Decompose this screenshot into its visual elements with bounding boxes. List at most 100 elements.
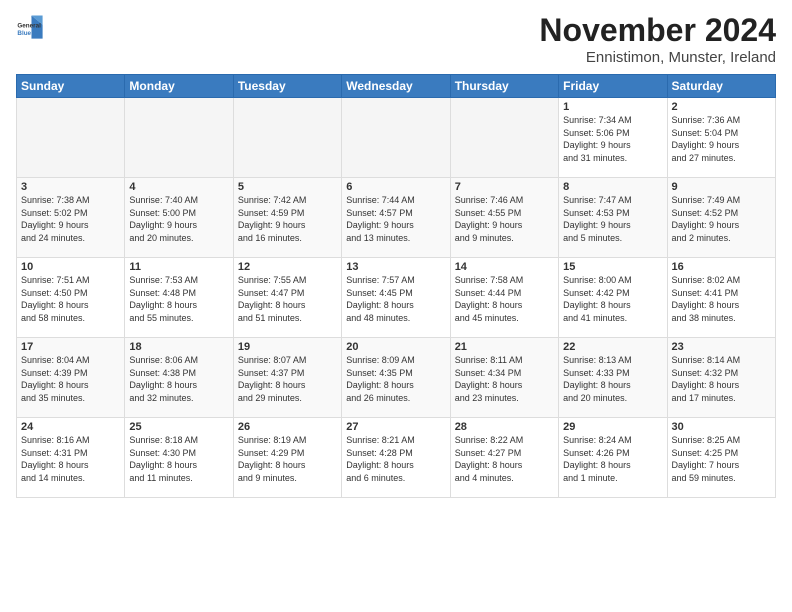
day-number: 14 <box>455 261 554 273</box>
header-sunday: Sunday <box>17 75 125 98</box>
day-number: 7 <box>455 181 554 193</box>
day-number: 25 <box>129 421 228 433</box>
day-info: Sunrise: 7:34 AM Sunset: 5:06 PM Dayligh… <box>563 114 662 164</box>
day-number: 16 <box>672 261 771 273</box>
cell-w0-d5: 1Sunrise: 7:34 AM Sunset: 5:06 PM Daylig… <box>559 98 667 178</box>
cell-w4-d5: 29Sunrise: 8:24 AM Sunset: 4:26 PM Dayli… <box>559 418 667 498</box>
day-number: 19 <box>238 341 337 353</box>
day-number: 24 <box>21 421 120 433</box>
day-info: Sunrise: 7:51 AM Sunset: 4:50 PM Dayligh… <box>21 274 120 324</box>
cell-w0-d6: 2Sunrise: 7:36 AM Sunset: 5:04 PM Daylig… <box>667 98 775 178</box>
day-number: 10 <box>21 261 120 273</box>
day-info: Sunrise: 7:57 AM Sunset: 4:45 PM Dayligh… <box>346 274 445 324</box>
cell-w1-d3: 6Sunrise: 7:44 AM Sunset: 4:57 PM Daylig… <box>342 178 450 258</box>
day-info: Sunrise: 7:49 AM Sunset: 4:52 PM Dayligh… <box>672 194 771 244</box>
subtitle: Ennistimon, Munster, Ireland <box>539 49 776 66</box>
day-number: 5 <box>238 181 337 193</box>
cell-w4-d3: 27Sunrise: 8:21 AM Sunset: 4:28 PM Dayli… <box>342 418 450 498</box>
header-wednesday: Wednesday <box>342 75 450 98</box>
cell-w0-d0 <box>17 98 125 178</box>
cell-w1-d6: 9Sunrise: 7:49 AM Sunset: 4:52 PM Daylig… <box>667 178 775 258</box>
header-saturday: Saturday <box>667 75 775 98</box>
svg-text:General: General <box>17 22 41 29</box>
cell-w3-d1: 18Sunrise: 8:06 AM Sunset: 4:38 PM Dayli… <box>125 338 233 418</box>
day-info: Sunrise: 8:00 AM Sunset: 4:42 PM Dayligh… <box>563 274 662 324</box>
svg-text:Blue: Blue <box>17 30 31 37</box>
title-block: November 2024 Ennistimon, Munster, Irela… <box>539 12 776 66</box>
day-number: 29 <box>563 421 662 433</box>
cell-w3-d3: 20Sunrise: 8:09 AM Sunset: 4:35 PM Dayli… <box>342 338 450 418</box>
header-monday: Monday <box>125 75 233 98</box>
week-row-0: 1Sunrise: 7:34 AM Sunset: 5:06 PM Daylig… <box>17 98 776 178</box>
day-info: Sunrise: 7:46 AM Sunset: 4:55 PM Dayligh… <box>455 194 554 244</box>
day-number: 15 <box>563 261 662 273</box>
cell-w3-d6: 23Sunrise: 8:14 AM Sunset: 4:32 PM Dayli… <box>667 338 775 418</box>
day-number: 23 <box>672 341 771 353</box>
day-info: Sunrise: 7:55 AM Sunset: 4:47 PM Dayligh… <box>238 274 337 324</box>
header-friday: Friday <box>559 75 667 98</box>
cell-w4-d2: 26Sunrise: 8:19 AM Sunset: 4:29 PM Dayli… <box>233 418 341 498</box>
header-thursday: Thursday <box>450 75 558 98</box>
cell-w4-d1: 25Sunrise: 8:18 AM Sunset: 4:30 PM Dayli… <box>125 418 233 498</box>
day-number: 4 <box>129 181 228 193</box>
cell-w2-d2: 12Sunrise: 7:55 AM Sunset: 4:47 PM Dayli… <box>233 258 341 338</box>
header-tuesday: Tuesday <box>233 75 341 98</box>
day-info: Sunrise: 7:42 AM Sunset: 4:59 PM Dayligh… <box>238 194 337 244</box>
weekday-header-row: Sunday Monday Tuesday Wednesday Thursday… <box>17 75 776 98</box>
cell-w0-d2 <box>233 98 341 178</box>
day-number: 21 <box>455 341 554 353</box>
day-number: 27 <box>346 421 445 433</box>
cell-w3-d2: 19Sunrise: 8:07 AM Sunset: 4:37 PM Dayli… <box>233 338 341 418</box>
day-info: Sunrise: 8:11 AM Sunset: 4:34 PM Dayligh… <box>455 354 554 404</box>
header: General Blue November 2024 Ennistimon, M… <box>16 12 776 66</box>
day-number: 9 <box>672 181 771 193</box>
day-number: 11 <box>129 261 228 273</box>
week-row-3: 17Sunrise: 8:04 AM Sunset: 4:39 PM Dayli… <box>17 338 776 418</box>
day-info: Sunrise: 8:07 AM Sunset: 4:37 PM Dayligh… <box>238 354 337 404</box>
day-number: 18 <box>129 341 228 353</box>
cell-w2-d0: 10Sunrise: 7:51 AM Sunset: 4:50 PM Dayli… <box>17 258 125 338</box>
day-info: Sunrise: 8:24 AM Sunset: 4:26 PM Dayligh… <box>563 434 662 484</box>
cell-w0-d3 <box>342 98 450 178</box>
cell-w1-d2: 5Sunrise: 7:42 AM Sunset: 4:59 PM Daylig… <box>233 178 341 258</box>
day-info: Sunrise: 8:09 AM Sunset: 4:35 PM Dayligh… <box>346 354 445 404</box>
cell-w0-d1 <box>125 98 233 178</box>
day-info: Sunrise: 8:25 AM Sunset: 4:25 PM Dayligh… <box>672 434 771 484</box>
logo: General Blue <box>16 12 44 40</box>
day-info: Sunrise: 8:04 AM Sunset: 4:39 PM Dayligh… <box>21 354 120 404</box>
cell-w1-d4: 7Sunrise: 7:46 AM Sunset: 4:55 PM Daylig… <box>450 178 558 258</box>
day-number: 13 <box>346 261 445 273</box>
day-number: 22 <box>563 341 662 353</box>
cell-w4-d0: 24Sunrise: 8:16 AM Sunset: 4:31 PM Dayli… <box>17 418 125 498</box>
cell-w2-d6: 16Sunrise: 8:02 AM Sunset: 4:41 PM Dayli… <box>667 258 775 338</box>
day-number: 8 <box>563 181 662 193</box>
day-info: Sunrise: 8:22 AM Sunset: 4:27 PM Dayligh… <box>455 434 554 484</box>
day-number: 12 <box>238 261 337 273</box>
day-info: Sunrise: 8:19 AM Sunset: 4:29 PM Dayligh… <box>238 434 337 484</box>
day-info: Sunrise: 7:44 AM Sunset: 4:57 PM Dayligh… <box>346 194 445 244</box>
logo-icon: General Blue <box>16 12 44 40</box>
cell-w2-d4: 14Sunrise: 7:58 AM Sunset: 4:44 PM Dayli… <box>450 258 558 338</box>
cell-w1-d5: 8Sunrise: 7:47 AM Sunset: 4:53 PM Daylig… <box>559 178 667 258</box>
day-info: Sunrise: 8:06 AM Sunset: 4:38 PM Dayligh… <box>129 354 228 404</box>
day-info: Sunrise: 7:58 AM Sunset: 4:44 PM Dayligh… <box>455 274 554 324</box>
cell-w3-d4: 21Sunrise: 8:11 AM Sunset: 4:34 PM Dayli… <box>450 338 558 418</box>
day-info: Sunrise: 8:16 AM Sunset: 4:31 PM Dayligh… <box>21 434 120 484</box>
cell-w1-d1: 4Sunrise: 7:40 AM Sunset: 5:00 PM Daylig… <box>125 178 233 258</box>
day-number: 2 <box>672 101 771 113</box>
cell-w0-d4 <box>450 98 558 178</box>
week-row-4: 24Sunrise: 8:16 AM Sunset: 4:31 PM Dayli… <box>17 418 776 498</box>
day-info: Sunrise: 8:02 AM Sunset: 4:41 PM Dayligh… <box>672 274 771 324</box>
day-number: 6 <box>346 181 445 193</box>
day-info: Sunrise: 8:14 AM Sunset: 4:32 PM Dayligh… <box>672 354 771 404</box>
day-info: Sunrise: 7:53 AM Sunset: 4:48 PM Dayligh… <box>129 274 228 324</box>
day-number: 30 <box>672 421 771 433</box>
cell-w4-d6: 30Sunrise: 8:25 AM Sunset: 4:25 PM Dayli… <box>667 418 775 498</box>
day-info: Sunrise: 7:38 AM Sunset: 5:02 PM Dayligh… <box>21 194 120 244</box>
day-info: Sunrise: 7:40 AM Sunset: 5:00 PM Dayligh… <box>129 194 228 244</box>
week-row-2: 10Sunrise: 7:51 AM Sunset: 4:50 PM Dayli… <box>17 258 776 338</box>
calendar-table: Sunday Monday Tuesday Wednesday Thursday… <box>16 74 776 498</box>
day-number: 17 <box>21 341 120 353</box>
cell-w2-d3: 13Sunrise: 7:57 AM Sunset: 4:45 PM Dayli… <box>342 258 450 338</box>
day-number: 20 <box>346 341 445 353</box>
